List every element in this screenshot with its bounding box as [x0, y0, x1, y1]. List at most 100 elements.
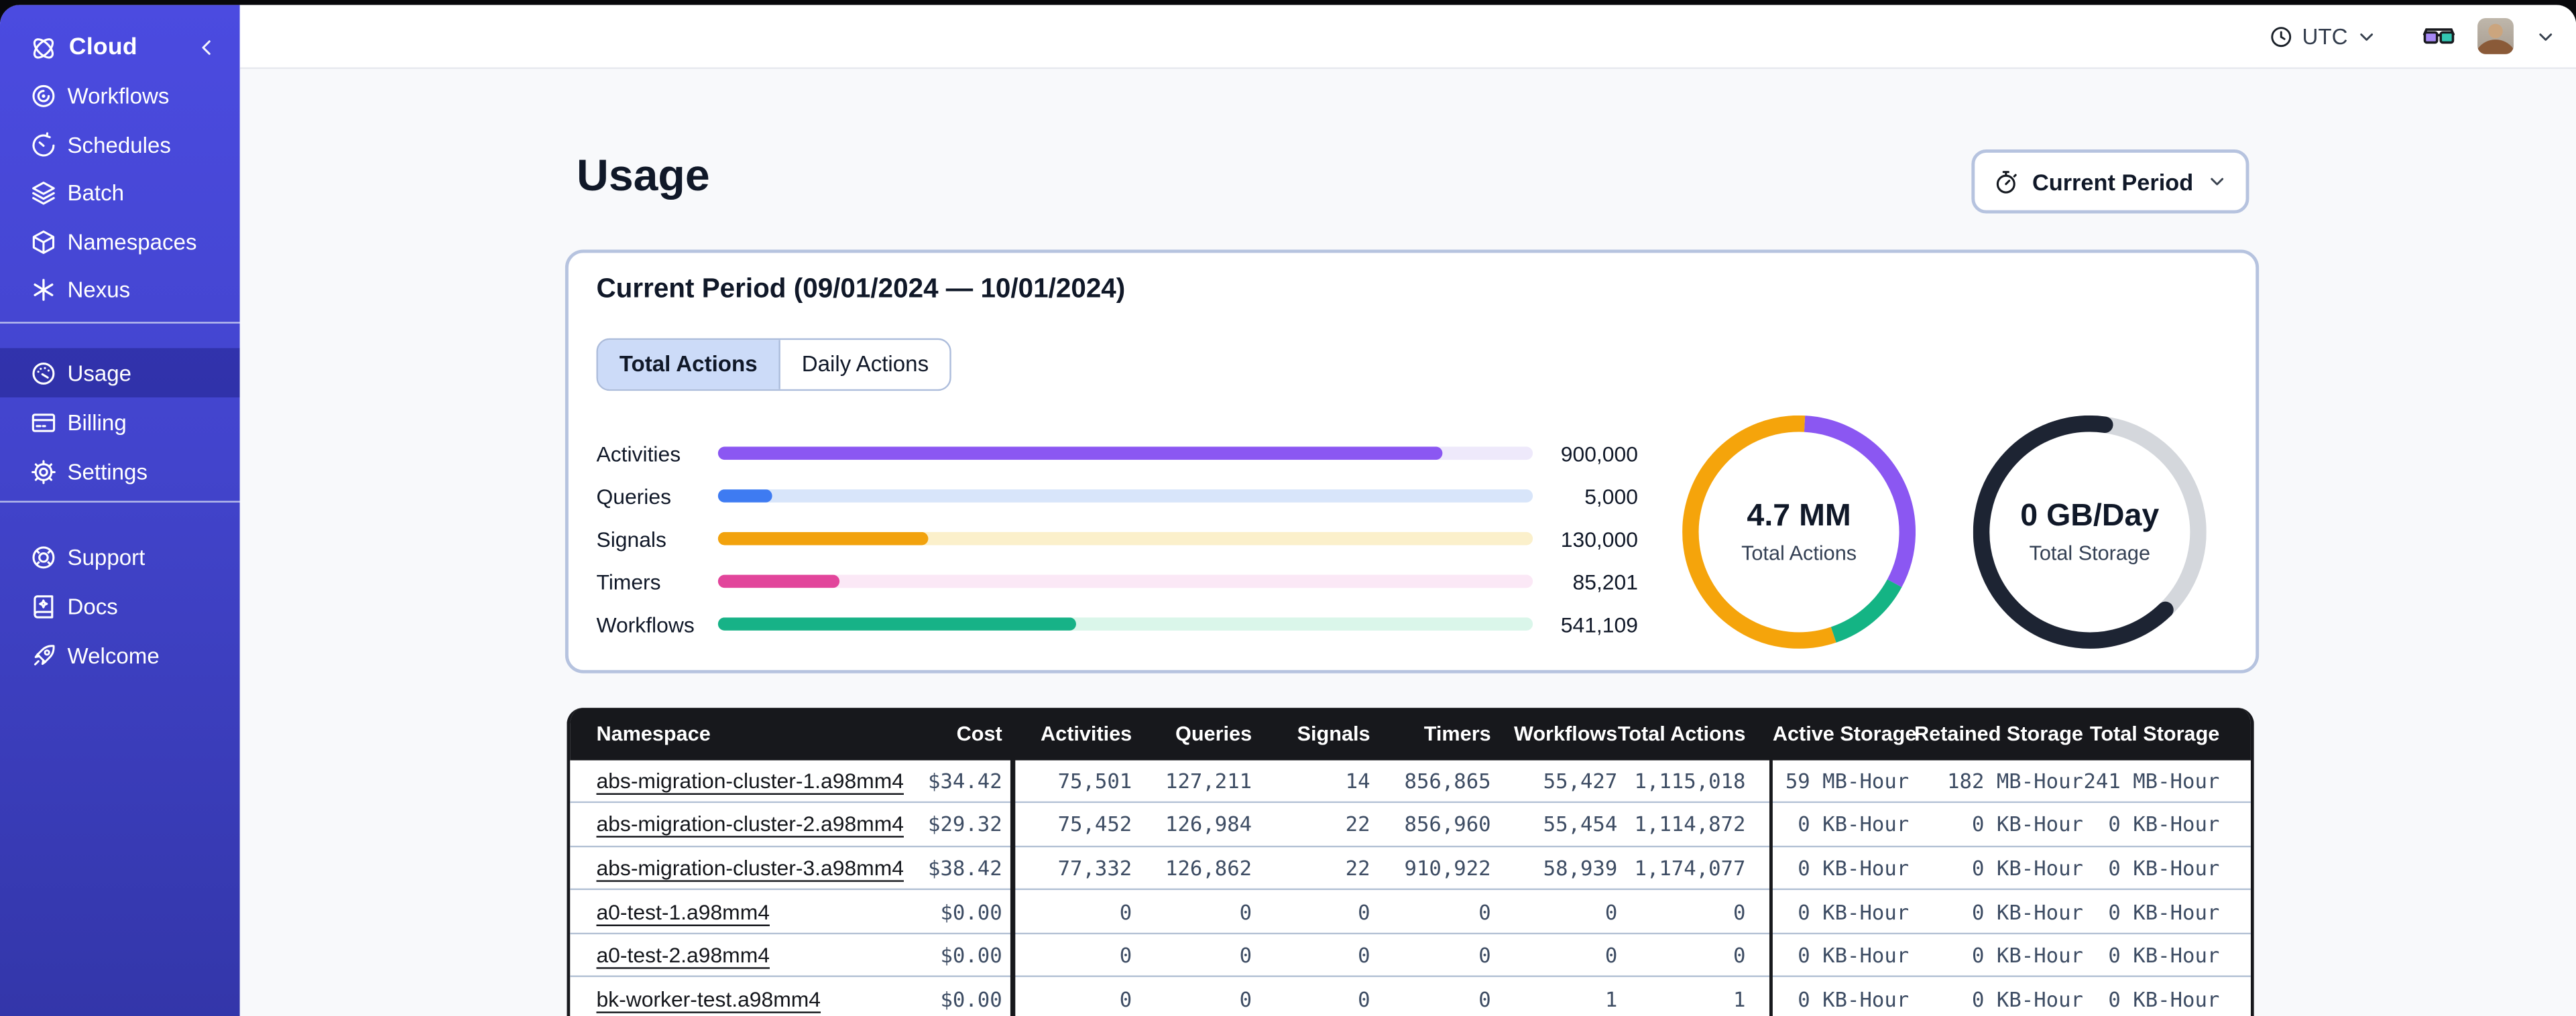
sidebar-item-label: Workflows	[67, 84, 170, 109]
table-row: abs-migration-cluster-1.a98mm4 $34.42 75,5…	[570, 759, 2251, 804]
table-cell: 126,862	[1165, 855, 1252, 881]
tab-total-actions[interactable]: Total Actions	[597, 340, 780, 389]
timezone-selector[interactable]: UTC	[2269, 24, 2378, 49]
bar-label: Workflows	[596, 611, 695, 637]
card-title: Current Period (09/01/2024 — 10/01/2024)	[596, 274, 1126, 304]
table-header: Namespace Cost Activities Queries Signals Tim…	[570, 708, 2251, 760]
sidebar-item-schedules[interactable]: Schedules	[0, 121, 240, 169]
table-cell: 59 MB-Hour	[1785, 768, 1910, 793]
sidebar: Cloud Workflows Schedules Batch Namespaces N…	[0, 5, 240, 1016]
temporal-logo-icon	[28, 32, 60, 64]
bar-fill	[717, 617, 1076, 631]
table-cell: 241 MB-Hour	[2083, 768, 2220, 793]
table-cell: 58,939	[1543, 855, 1618, 881]
bar-row-workflows: Workflows 541,109	[596, 602, 1637, 645]
table-cell: 0 KB-Hour	[1972, 942, 2083, 968]
sidebar-item-label: Welcome	[67, 643, 160, 668]
table-cell: 1	[1604, 987, 1618, 1011]
app-window: Cloud Workflows Schedules Batch Namespaces N…	[0, 5, 2576, 1016]
table-cell: 55,454	[1543, 812, 1618, 837]
sidebar-item-label: Support	[67, 544, 145, 570]
table-cell: 0 KB-Hour	[1798, 855, 1910, 881]
column-header: Namespace	[596, 722, 711, 745]
sidebar-nav-main: Workflows Schedules Batch Namespaces Nexus	[0, 72, 240, 314]
sidebar-item-batch[interactable]: Batch	[0, 169, 240, 217]
table-cell: 0	[1239, 942, 1252, 968]
table-cell: 55,427	[1543, 768, 1618, 793]
table-cell: 0	[1604, 942, 1618, 968]
table-cell: 0	[1119, 899, 1132, 924]
namespaces-icon	[30, 228, 58, 256]
column-header: Cost	[956, 722, 1002, 745]
bar-track	[717, 531, 1532, 546]
sidebar-item-label: Nexus	[67, 277, 131, 303]
table-cell: 0	[1119, 987, 1132, 1011]
table-cell: 1	[1733, 987, 1746, 1011]
namespace-link[interactable]: abs-migration-cluster-2.a98mm4	[596, 812, 910, 836]
total-storage-value: 0 GB/Day	[2020, 499, 2160, 534]
table-cell: 856,865	[1404, 768, 1491, 793]
sidebar-divider	[0, 501, 240, 503]
sidebar-item-docs[interactable]: Docs	[0, 581, 240, 631]
billing-icon	[30, 408, 58, 436]
bar-value: 85,201	[1572, 569, 1638, 594]
table-cell: 0	[1478, 899, 1491, 924]
table-cell: 0 KB-Hour	[1798, 987, 1910, 1011]
column-header: Active Storage	[1772, 722, 1917, 745]
collapse-sidebar-icon[interactable]	[196, 36, 219, 59]
sidebar-item-support[interactable]: Support	[0, 532, 240, 582]
namespace-link[interactable]: abs-migration-cluster-1.a98mm4	[596, 768, 910, 793]
column-header: Workflows	[1513, 722, 1618, 745]
column-header: Total Storage	[2089, 722, 2220, 745]
tab-daily-actions[interactable]: Daily Actions	[780, 340, 950, 389]
avatar[interactable]	[2477, 17, 2514, 54]
bar-label: Timers	[596, 569, 661, 594]
table-cell: 22	[1345, 812, 1370, 837]
main-content: Usage Current Period Current Period (09/…	[239, 68, 2576, 1016]
bar-row-signals: Signals 130,000	[596, 517, 1637, 560]
namespace-link[interactable]: bk-worker-test.a98mm4	[596, 987, 910, 1011]
sidebar-item-billing[interactable]: Billing	[0, 397, 240, 447]
glasses-icon[interactable]	[2422, 24, 2456, 49]
sidebar-item-usage[interactable]: Usage	[0, 348, 240, 397]
sidebar-item-label: Schedules	[67, 132, 171, 157]
namespace-link[interactable]: a0-test-1.a98mm4	[596, 899, 910, 924]
table-cell: $0.00	[940, 899, 1002, 924]
table-column-divider	[1768, 759, 1773, 1016]
table-row: a0-test-2.a98mm4 $0.00 0 0 0 0 0 0 0 KB-Hour 0 KB…	[570, 934, 2251, 978]
chevron-down-icon	[2356, 25, 2378, 47]
namespace-link[interactable]: a0-test-2.a98mm4	[596, 943, 910, 968]
total-actions-donut: 4.7 MM Total Actions	[1682, 415, 1916, 649]
column-header: Signals	[1297, 722, 1370, 745]
sidebar-nav-footer: Support Docs Welcome	[0, 532, 240, 680]
table-cell: 0	[1733, 899, 1746, 924]
table-cell: 0	[1239, 899, 1252, 924]
sidebar-item-label: Docs	[67, 593, 118, 619]
chevron-down-icon	[2207, 171, 2228, 192]
period-button-label: Current Period	[2032, 168, 2194, 195]
sidebar-item-nexus[interactable]: Nexus	[0, 266, 240, 314]
bar-track	[717, 574, 1532, 588]
sidebar-item-workflows[interactable]: Workflows	[0, 72, 240, 121]
account-menu-chevron-icon[interactable]	[2535, 25, 2557, 47]
sidebar-brand[interactable]: Cloud	[0, 26, 240, 69]
sidebar-item-welcome[interactable]: Welcome	[0, 631, 240, 680]
schedules-icon	[30, 131, 58, 159]
table-cell: 0 KB-Hour	[2108, 855, 2220, 881]
table-cell: $29.32	[928, 812, 1002, 837]
sidebar-item-label: Billing	[67, 409, 127, 435]
sidebar-item-settings[interactable]: Settings	[0, 446, 240, 496]
table-cell: 856,960	[1404, 812, 1491, 837]
namespace-link[interactable]: abs-migration-cluster-3.a98mm4	[596, 856, 910, 881]
table-cell: 0 KB-Hour	[1972, 812, 2083, 837]
nexus-icon	[30, 276, 58, 304]
bar-value: 5,000	[1584, 483, 1638, 509]
period-dropdown-button[interactable]: Current Period	[1971, 149, 2249, 214]
bar-row-timers: Timers 85,201	[596, 560, 1637, 603]
sidebar-item-label: Settings	[67, 458, 148, 484]
sidebar-item-label: Batch	[67, 181, 125, 206]
table-cell: 0 KB-Hour	[1972, 899, 2083, 924]
usage-card: Current Period (09/01/2024 — 10/01/2024)…	[565, 249, 2260, 674]
clock-icon	[2269, 24, 2294, 49]
sidebar-item-namespaces[interactable]: Namespaces	[0, 218, 240, 266]
